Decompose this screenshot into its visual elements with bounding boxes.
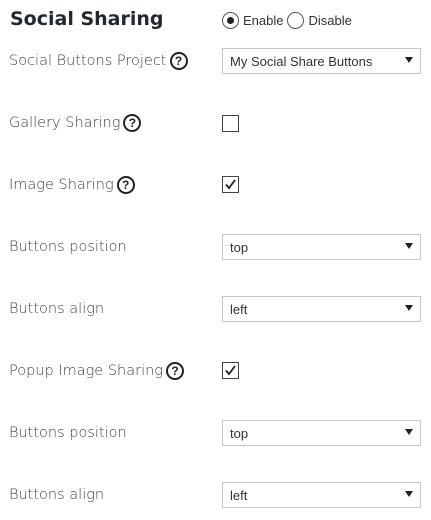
image-buttons-position-label: Buttons position: [9, 236, 127, 258]
row-label-text: Gallery Sharing: [9, 115, 121, 131]
chevron-down-icon: [405, 57, 413, 63]
popup-buttons-align-label: Buttons align: [9, 484, 104, 506]
select-value: top: [230, 425, 249, 441]
enable-disable-radio-group: Enable Disable: [222, 10, 356, 30]
popup-buttons-position-label: Buttons position: [9, 422, 127, 444]
social-buttons-project-label: Social Buttons Project ?: [9, 50, 188, 72]
popup-image-sharing-label: Popup Image Sharing ?: [9, 360, 184, 382]
checkmark-icon: [225, 179, 236, 190]
row-label-text: Buttons align: [9, 301, 105, 317]
select-value: left: [230, 487, 248, 503]
image-buttons-position-select[interactable]: top: [222, 234, 421, 260]
question-mark-circle-icon[interactable]: ?: [169, 52, 188, 70]
question-mark-circle-icon[interactable]: ?: [116, 176, 135, 194]
row-label-text: Popup Image Sharing: [9, 363, 163, 379]
gallery-sharing-label: Gallery Sharing ?: [9, 112, 142, 134]
image-buttons-align-label: Buttons align: [9, 298, 104, 320]
row-label-text: Buttons position: [9, 239, 127, 255]
row-label-text: Social Buttons Project: [9, 53, 167, 69]
checkmark-icon: [225, 365, 236, 376]
row-label-text: Image Sharing: [9, 177, 114, 193]
social-buttons-project-select[interactable]: My Social Share Buttons: [222, 48, 421, 74]
social-sharing-settings: Social Sharing Enable Disable Social But…: [0, 0, 431, 520]
enable-radio-label[interactable]: Enable: [243, 13, 283, 28]
popup-buttons-position-select[interactable]: top: [222, 420, 421, 446]
image-sharing-label: Image Sharing ?: [9, 174, 135, 196]
chevron-down-icon: [405, 491, 413, 497]
select-value: left: [230, 301, 248, 317]
select-value: My Social Share Buttons: [230, 53, 373, 69]
question-mark-circle-icon[interactable]: ?: [123, 114, 142, 132]
question-mark-circle-icon[interactable]: ?: [166, 362, 184, 380]
enable-radio[interactable]: [222, 11, 239, 29]
popup-buttons-align-select[interactable]: left: [222, 482, 421, 508]
disable-radio[interactable]: [287, 11, 305, 29]
row-label-text: Buttons align: [9, 487, 105, 503]
radio-selected-dot: [227, 16, 234, 24]
disable-radio-label[interactable]: Disable: [308, 13, 351, 28]
image-buttons-align-select[interactable]: left: [222, 296, 421, 322]
popup-image-sharing-checkbox[interactable]: [222, 362, 239, 379]
gallery-sharing-checkbox[interactable]: [222, 115, 239, 132]
row-label-text: Buttons position: [9, 425, 127, 441]
image-sharing-checkbox[interactable]: [222, 176, 239, 193]
section-title: Social Sharing: [10, 8, 164, 30]
chevron-down-icon: [405, 429, 413, 435]
select-value: top: [230, 239, 249, 255]
chevron-down-icon: [405, 305, 413, 311]
chevron-down-icon: [405, 243, 413, 249]
